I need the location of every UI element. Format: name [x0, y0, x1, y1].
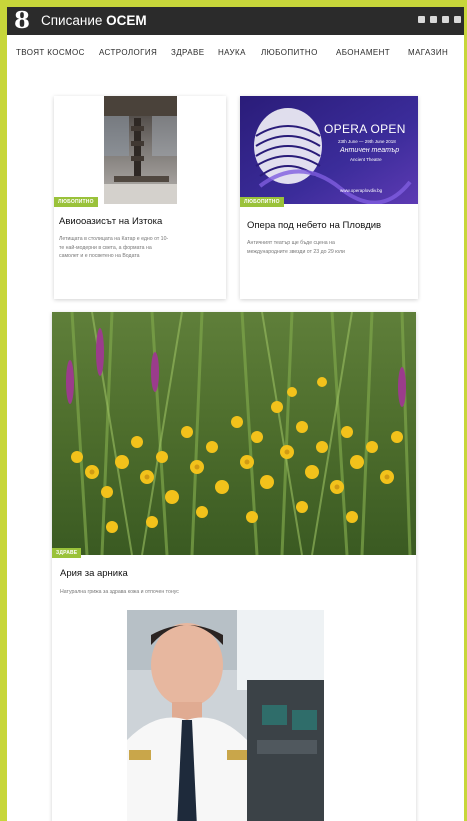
brand-name: ОСЕМ	[106, 13, 147, 28]
nav-item-magazin[interactable]: МАГАЗИН	[408, 48, 448, 57]
site-header: 8 Списание ОСЕМ	[7, 7, 464, 35]
excerpt-line: Летищата в столицата на Катар е едно от …	[59, 236, 169, 242]
site-brand[interactable]: Списание ОСЕМ	[41, 12, 147, 30]
article-title[interactable]: Авиооазисът на Изтока	[59, 216, 162, 227]
category-badge[interactable]: ЛЮБОПИТНО	[240, 197, 284, 207]
article-image[interactable]	[127, 610, 324, 821]
page-frame: 8 Списание ОСЕМ ТВОЯТ КОСМОС АСТРОЛОГИЯ …	[7, 7, 464, 821]
article-image[interactable]: OPERA OPEN 23th June — 29th June 2018 Ан…	[240, 96, 418, 204]
poster-headline: OPERA OPEN	[324, 122, 406, 136]
social-links	[418, 16, 461, 23]
nav-item-tvoyat-kosmos[interactable]: ТВОЯТ КОСМОС	[16, 48, 85, 57]
article-excerpt: Натурална грижа за здрава кожа и отпочен…	[60, 588, 179, 597]
category-badge[interactable]: ЛЮБОПИТНО	[54, 197, 98, 207]
article-card[interactable]: ЛЮБОПИТНО Авиооазисът на Изтока Летищата…	[54, 96, 226, 299]
article-excerpt: Летищата в столицата на Катар е едно от …	[59, 235, 168, 261]
youtube-icon[interactable]	[454, 16, 461, 23]
nav-item-zdrave[interactable]: ЗДРАВЕ	[171, 48, 204, 57]
article-image[interactable]	[104, 96, 177, 204]
pilot-cockpit-photo	[127, 610, 324, 821]
main-nav: ТВОЯТ КОСМОС АСТРОЛОГИЯ ЗДРАВЕ НАУКА ЛЮБ…	[7, 45, 464, 61]
excerpt-line: международните звезди от 23 до 29 юли	[247, 248, 345, 255]
poster-venue-bg: Античен театър	[340, 147, 400, 154]
article-excerpt: Античният театър ще бъде сцена на междун…	[247, 239, 345, 256]
poster-url: www.operaplovdiv.bg	[340, 188, 383, 193]
airport-interior-photo	[104, 96, 177, 204]
article-card[interactable]: ЗДРАВЕ Ария за арника Натурална грижа за…	[52, 312, 416, 821]
excerpt-line: Античният театър ще бъде сцена на	[247, 240, 335, 246]
arnica-flowers-photo	[52, 312, 416, 555]
logo-icon[interactable]: 8	[12, 9, 32, 33]
article-image[interactable]	[52, 312, 416, 555]
nav-item-astrologiya[interactable]: АСТРОЛОГИЯ	[99, 48, 157, 57]
facebook-icon[interactable]	[418, 16, 425, 23]
article-title[interactable]: Опера под небето на Пловдив	[247, 220, 381, 231]
category-badge[interactable]: ЗДРАВЕ	[52, 548, 82, 558]
article-card[interactable]: OPERA OPEN 23th June — 29th June 2018 Ан…	[240, 96, 418, 299]
instagram-icon[interactable]	[442, 16, 449, 23]
nav-item-lyubopitno[interactable]: ЛЮБОПИТНО	[261, 48, 318, 57]
twitter-icon[interactable]	[430, 16, 437, 23]
excerpt-line: Натурална грижа за здрава кожа и отпочен…	[60, 589, 179, 595]
poster-venue-en: Ancient Theatre	[350, 157, 382, 162]
excerpt-line: те най-модерни в света, а формата на	[59, 244, 152, 251]
poster-dates: 23th June — 29th June 2018	[338, 139, 396, 144]
article-title[interactable]: Ария за арника	[60, 568, 128, 579]
nav-item-nauka[interactable]: НАУКА	[218, 48, 246, 57]
brand-prefix: Списание	[41, 13, 103, 28]
excerpt-line: самолет и е посветено на Водата	[59, 253, 140, 259]
nav-item-abonament[interactable]: АБОНАМЕНТ	[336, 48, 390, 57]
